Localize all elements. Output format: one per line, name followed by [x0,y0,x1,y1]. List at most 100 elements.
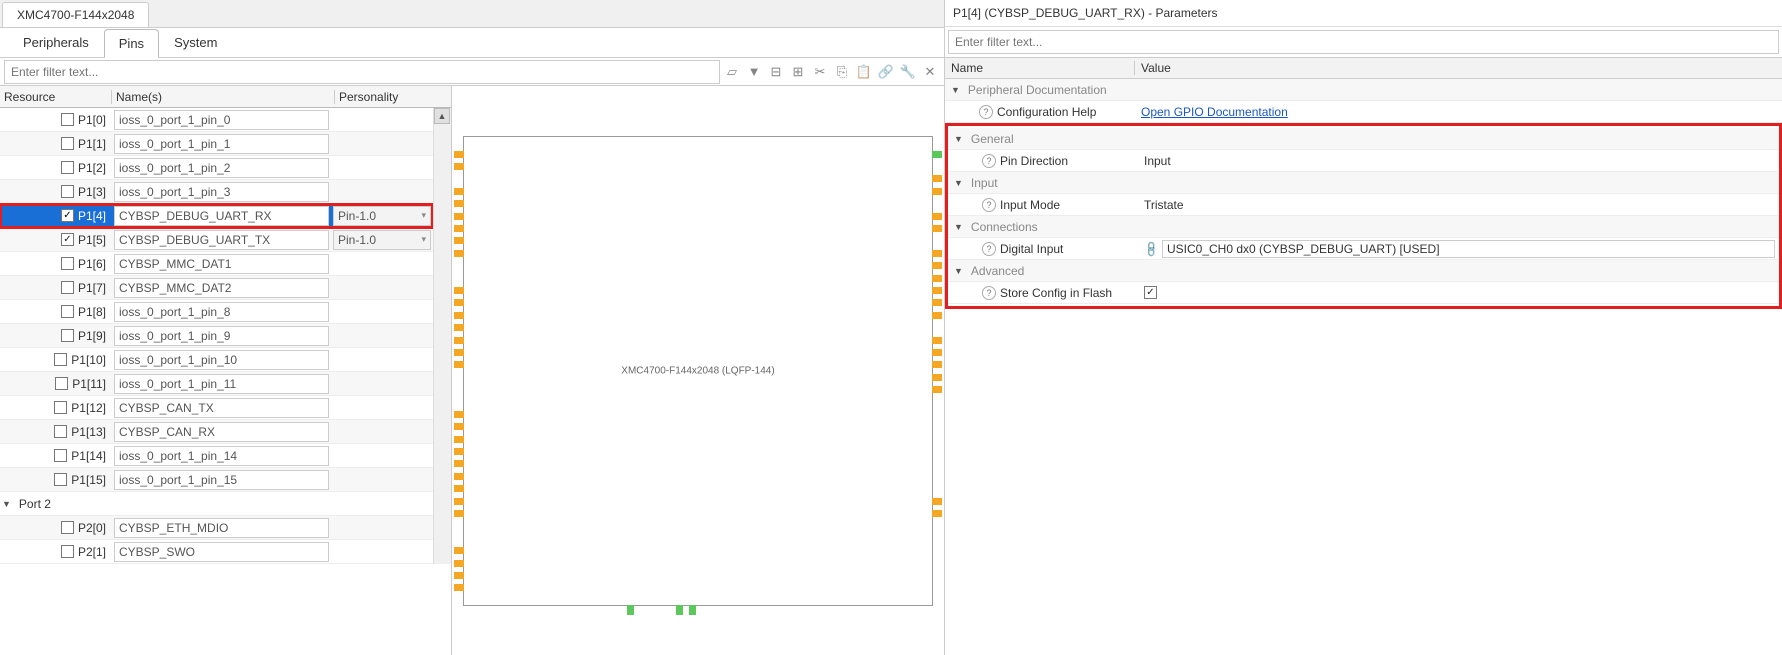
table-row[interactable]: P2[0]CYBSP_ETH_MDIO [0,516,433,540]
row-checkbox[interactable] [61,257,74,270]
chip-pin[interactable] [454,349,464,356]
close-icon[interactable]: ✕ [922,64,938,80]
help-icon[interactable]: ? [982,242,996,256]
chip-pin[interactable] [932,337,942,344]
name-field[interactable]: ioss_0_port_1_pin_3 [114,182,329,202]
chip-pin[interactable] [454,250,464,257]
table-row[interactable]: ✓P1[5]CYBSP_DEBUG_UART_TXPin-1.0▾ [0,228,433,252]
chip-pin[interactable] [454,423,464,430]
name-field[interactable]: CYBSP_MMC_DAT1 [114,254,329,274]
help-icon[interactable]: ? [982,286,996,300]
name-field[interactable]: CYBSP_DEBUG_UART_TX [114,230,329,250]
digital-input-value[interactable]: USIC0_CH0 dx0 (CYBSP_DEBUG_UART) [USED] [1162,240,1775,258]
chip-pin[interactable] [454,473,464,480]
doc-tab[interactable]: XMC4700-F144x2048 [2,2,149,27]
table-row[interactable]: P1[2]ioss_0_port_1_pin_2 [0,156,433,180]
row-checkbox[interactable] [61,185,74,198]
chip-pin[interactable] [932,510,942,517]
chip-pin[interactable] [454,547,464,554]
gpio-doc-link[interactable]: Open GPIO Documentation [1141,105,1288,119]
chip-pin[interactable] [932,386,942,393]
chip-pin[interactable] [454,287,464,294]
chip-pin[interactable] [454,448,464,455]
chip-pin[interactable] [454,560,464,567]
chip-pin[interactable] [932,188,942,195]
name-field[interactable]: CYBSP_DEBUG_UART_RX [114,206,329,226]
chip-pin[interactable] [454,151,464,158]
row-checkbox[interactable] [61,545,74,558]
row-checkbox[interactable] [54,401,67,414]
chip-pin[interactable] [932,225,942,232]
tab-system[interactable]: System [159,28,232,57]
name-field[interactable]: ioss_0_port_1_pin_11 [114,374,329,394]
chip-pin[interactable] [689,605,696,615]
name-field[interactable]: ioss_0_port_1_pin_2 [114,158,329,178]
chip-pin[interactable] [454,411,464,418]
chip-pin[interactable] [454,163,464,170]
table-row[interactable]: P1[10]ioss_0_port_1_pin_10 [0,348,433,372]
param-col-value[interactable]: Value [1135,61,1782,75]
paste-icon[interactable]: 📋 [856,64,872,80]
row-checkbox[interactable] [54,425,67,438]
table-row[interactable]: P1[15]ioss_0_port_1_pin_15 [0,468,433,492]
chip-pin[interactable] [454,324,464,331]
row-checkbox[interactable] [55,377,68,390]
table-row[interactable]: P1[12]CYBSP_CAN_TX [0,396,433,420]
chip-pin[interactable] [627,605,634,615]
chain-icon[interactable]: 🔗 [1141,239,1161,259]
name-field[interactable]: ioss_0_port_1_pin_0 [114,110,329,130]
param-col-name[interactable]: Name [945,61,1135,75]
help-icon[interactable]: ? [982,198,996,212]
row-checkbox[interactable] [61,281,74,294]
table-row[interactable]: P1[0]ioss_0_port_1_pin_0 [0,108,433,132]
group-input[interactable]: ▼Input [948,172,1779,194]
chip-pin[interactable] [676,605,683,615]
scrollbar[interactable]: ▲ [433,108,451,564]
row-checkbox[interactable] [61,137,74,150]
col-personality[interactable]: Personality [335,90,433,104]
chip-pin[interactable] [454,213,464,220]
chip-pin[interactable] [454,237,464,244]
chip-pin[interactable] [932,349,942,356]
table-row[interactable]: P1[11]ioss_0_port_1_pin_11 [0,372,433,396]
copy-icon[interactable]: ⎘ [834,64,850,80]
personality-dropdown[interactable]: Pin-1.0▾ [333,206,431,226]
group-advanced[interactable]: ▼Advanced [948,260,1779,282]
name-field[interactable]: CYBSP_CAN_RX [114,422,329,442]
chip-pin[interactable] [454,436,464,443]
group-peripheral-doc[interactable]: ▼Peripheral Documentation [945,79,1782,101]
input-mode-value[interactable]: Tristate [1144,198,1184,212]
table-row[interactable]: P2[1]CYBSP_SWO [0,540,433,564]
chip-pin[interactable] [454,510,464,517]
table-row[interactable]: P1[13]CYBSP_CAN_RX [0,420,433,444]
table-row[interactable]: P1[9]ioss_0_port_1_pin_9 [0,324,433,348]
chip-pin[interactable] [932,287,942,294]
chip-pin[interactable] [454,337,464,344]
chip-pin[interactable] [454,361,464,368]
eraser-icon[interactable]: ▱ [724,64,740,80]
table-row[interactable]: P1[6]CYBSP_MMC_DAT1 [0,252,433,276]
table-row[interactable]: P1[14]ioss_0_port_1_pin_14 [0,444,433,468]
chip-pin[interactable] [454,498,464,505]
chip-pin[interactable] [932,498,942,505]
store-flash-checkbox[interactable]: ✓ [1144,286,1157,299]
table-row[interactable]: ✓P1[4]CYBSP_DEBUG_UART_RXPin-1.0▾ [0,204,433,228]
param-filter-input[interactable] [948,30,1779,54]
pin-direction-value[interactable]: Input [1144,154,1171,168]
chip-diagram[interactable]: XMC4700-F144x2048 (LQFP-144) [452,86,944,655]
group-connections[interactable]: ▼Connections [948,216,1779,238]
name-field[interactable]: CYBSP_SWO [114,542,329,562]
chip-pin[interactable] [932,262,942,269]
row-checkbox[interactable] [61,305,74,318]
name-field[interactable]: ioss_0_port_1_pin_8 [114,302,329,322]
help-icon[interactable]: ? [979,105,993,119]
cut-icon[interactable]: ✂ [812,64,828,80]
personality-dropdown[interactable]: Pin-1.0▾ [333,230,431,250]
table-row[interactable]: P1[7]CYBSP_MMC_DAT2 [0,276,433,300]
col-names[interactable]: Name(s) [112,90,335,104]
row-checkbox[interactable] [61,329,74,342]
table-row[interactable]: P1[3]ioss_0_port_1_pin_3 [0,180,433,204]
tab-peripherals[interactable]: Peripherals [8,28,104,57]
name-field[interactable]: ioss_0_port_1_pin_14 [114,446,329,466]
chip-pin[interactable] [932,374,942,381]
